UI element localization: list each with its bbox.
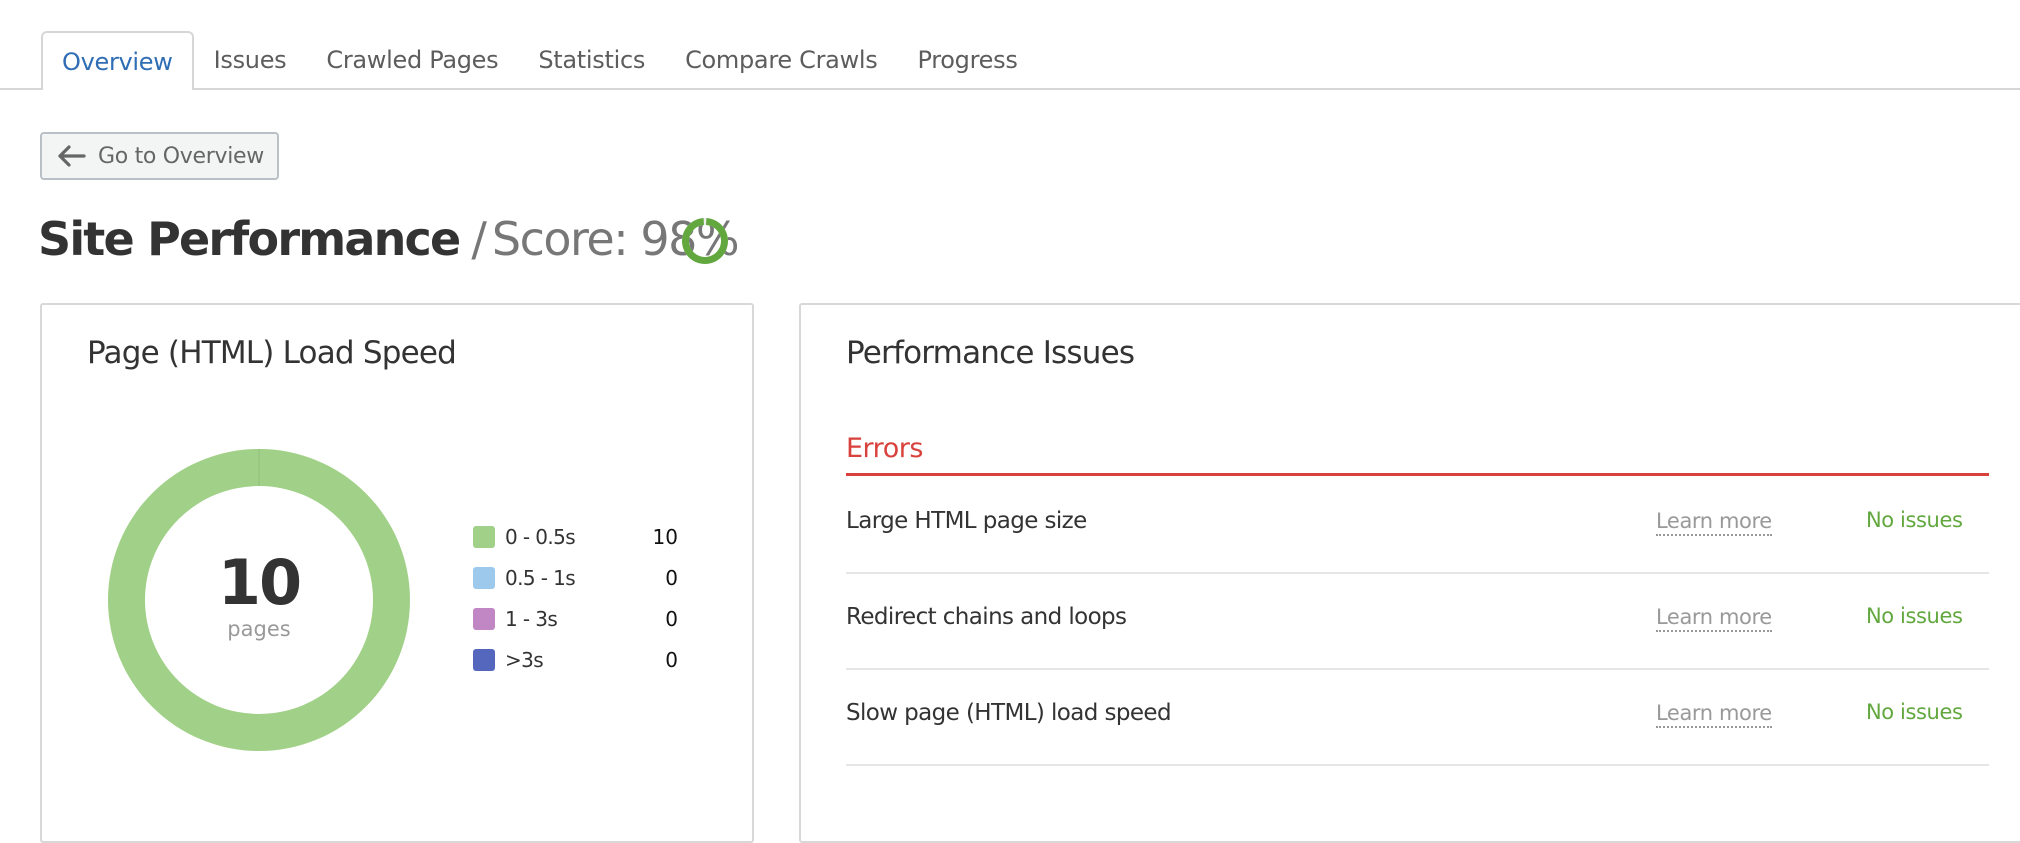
legend-item[interactable]: 0.5 - 1s 0 bbox=[473, 557, 678, 598]
learn-more-link[interactable]: Learn more bbox=[1656, 605, 1772, 632]
legend-value: 0 bbox=[665, 647, 678, 672]
score-ring-arc bbox=[682, 218, 728, 264]
legend-swatch bbox=[473, 566, 495, 589]
legend-label: 0 - 0.5s bbox=[505, 524, 576, 549]
issue-name: Redirect chains and loops bbox=[846, 604, 1127, 630]
issue-status: No issues bbox=[1866, 508, 1963, 532]
legend-label: >3s bbox=[505, 647, 544, 672]
learn-more-link[interactable]: Learn more bbox=[1656, 701, 1772, 728]
legend-swatch bbox=[473, 525, 495, 548]
chart-legend: 0 - 0.5s 10 0.5 - 1s 0 1 - 3s 0 >3s 0 bbox=[473, 516, 678, 680]
issue-name: Large HTML page size bbox=[846, 508, 1087, 534]
legend-swatch bbox=[473, 648, 495, 671]
go-to-overview-label: Go to Overview bbox=[98, 143, 264, 169]
legend-value: 0 bbox=[665, 606, 678, 631]
issue-row: Redirect chains and loops Learn more No … bbox=[846, 574, 1989, 670]
legend-swatch bbox=[473, 607, 495, 630]
page-title: Site Performance / Score: 98% bbox=[38, 212, 740, 266]
score-ring-icon bbox=[682, 218, 728, 264]
legend-item[interactable]: 0 - 0.5s 10 bbox=[473, 516, 678, 557]
page-title-text: Site Performance bbox=[38, 212, 461, 266]
performance-issues-title: Performance Issues bbox=[846, 335, 1135, 371]
legend-item[interactable]: 1 - 3s 0 bbox=[473, 598, 678, 639]
performance-issues-card: Performance Issues Errors Large HTML pag… bbox=[799, 303, 2020, 843]
legend-label: 0.5 - 1s bbox=[505, 565, 576, 590]
tab-overview[interactable]: Overview bbox=[41, 31, 194, 90]
legend-item[interactable]: >3s 0 bbox=[473, 639, 678, 680]
issue-name: Slow page (HTML) load speed bbox=[846, 700, 1172, 726]
load-speed-title: Page (HTML) Load Speed bbox=[87, 335, 457, 371]
legend-value: 0 bbox=[665, 565, 678, 590]
issue-status: No issues bbox=[1866, 604, 1963, 628]
legend-label: 1 - 3s bbox=[505, 606, 558, 631]
errors-divider bbox=[846, 473, 1989, 476]
title-separator: / bbox=[471, 212, 486, 266]
issue-status: No issues bbox=[1866, 700, 1963, 724]
total-pages-count: 10 bbox=[217, 546, 302, 619]
tab-issues[interactable]: Issues bbox=[194, 31, 307, 89]
tab-crawled-pages[interactable]: Crawled Pages bbox=[306, 31, 518, 89]
legend-value: 10 bbox=[652, 524, 678, 549]
tab-bar: Overview Issues Crawled Pages Statistics… bbox=[41, 31, 1038, 90]
issue-row: Slow page (HTML) load speed Learn more N… bbox=[846, 670, 1989, 766]
go-to-overview-button[interactable]: Go to Overview bbox=[40, 132, 279, 180]
errors-section-title: Errors bbox=[846, 433, 923, 464]
arrow-left-icon bbox=[58, 145, 86, 167]
total-pages-unit: pages bbox=[227, 617, 291, 641]
tab-compare-crawls[interactable]: Compare Crawls bbox=[665, 31, 897, 89]
issue-row: Large HTML page size Learn more No issue… bbox=[846, 478, 1989, 574]
tab-statistics[interactable]: Statistics bbox=[518, 31, 665, 89]
donut-center: 10 pages bbox=[104, 445, 414, 755]
load-speed-card: Page (HTML) Load Speed 10 pages 0 - 0.5s… bbox=[40, 303, 754, 843]
learn-more-link[interactable]: Learn more bbox=[1656, 509, 1772, 536]
tab-progress[interactable]: Progress bbox=[898, 31, 1038, 89]
